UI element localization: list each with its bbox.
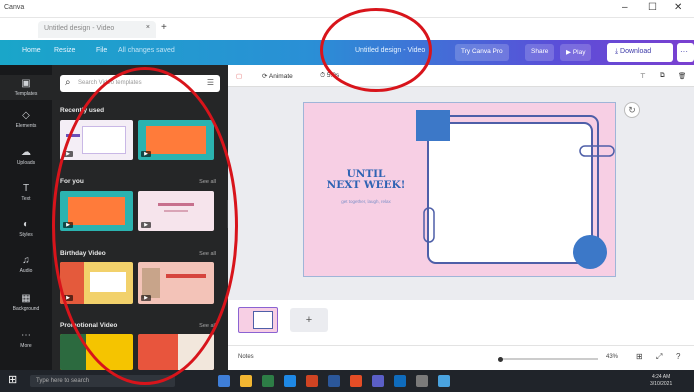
position-icon[interactable]: ⊤	[640, 72, 646, 80]
zoom-slider-knob[interactable]	[498, 357, 503, 362]
editor-footer: Notes 43% ⊞ ⤢ ?	[228, 345, 694, 370]
search-icon: ⌕	[65, 77, 71, 88]
more-options-button[interactable]: ···	[677, 43, 694, 62]
teams-icon[interactable]	[372, 375, 384, 387]
zoom-slider[interactable]	[498, 358, 598, 360]
rail-item-background[interactable]: ▦ Background	[0, 293, 52, 312]
add-page-button[interactable]: +	[290, 308, 328, 332]
grid-view-icon[interactable]: ⊞	[636, 352, 643, 361]
design-page[interactable]: UNTIL NEXT WEEK! get together, laugh, re…	[303, 102, 616, 277]
excel-icon[interactable]	[262, 375, 274, 387]
taskview-icon[interactable]	[218, 375, 230, 387]
context-toolbar: ▢ ⟳ Animate ⏱ 5.0s ⊤ ⧉ 🗑	[228, 65, 694, 87]
front-frame	[427, 122, 593, 264]
rail-label: Elements	[15, 123, 37, 129]
templates-icon: ▣	[21, 78, 31, 89]
audio-icon: ♫	[22, 255, 30, 266]
app-icon[interactable]	[416, 375, 428, 387]
share-button[interactable]: Share	[525, 44, 555, 61]
rail-label: Styles	[19, 232, 33, 238]
color-swatch-icon[interactable]: ▢	[236, 72, 242, 80]
background-icon: ▦	[21, 293, 31, 304]
download-button[interactable]: ⤓ Download	[607, 43, 673, 62]
rail-item-audio[interactable]: ♫ Audio	[0, 255, 52, 274]
animate-button[interactable]: ⟳ Animate	[262, 72, 293, 80]
file-menu[interactable]: File	[96, 47, 107, 54]
close-window-icon[interactable]: ✕	[674, 2, 682, 13]
windows-taskbar: ⊞ Type here to search 4:24 AM 3/10/2021	[0, 370, 694, 392]
browser-tab[interactable]: Untitled design - Video ×	[38, 21, 156, 38]
chrome-icon[interactable]	[350, 375, 362, 387]
side-rail: ▣ Templates ◇ Elements ☁ Uploads T Text ◐ Sty…	[0, 65, 52, 370]
filter-icon[interactable]: ☰	[207, 78, 214, 87]
powerpoint-icon[interactable]	[306, 375, 318, 387]
design-headline[interactable]: UNTIL NEXT WEEK!	[316, 169, 416, 191]
resize-button[interactable]: Resize	[54, 47, 75, 54]
taskbar-clock[interactable]: 4:24 AM 3/10/2021	[650, 374, 672, 388]
trash-icon[interactable]: 🗑	[678, 72, 686, 80]
design-subline[interactable]: get together, laugh, relax	[330, 199, 402, 204]
edge-icon[interactable]	[284, 375, 296, 387]
elements-icon: ◇	[22, 110, 30, 121]
rail-item-elements[interactable]: ◇ Elements	[0, 110, 52, 129]
taskbar-search-placeholder: Type here to search	[36, 378, 90, 384]
save-status: All changes saved	[118, 47, 175, 54]
home-link[interactable]: Home	[22, 47, 41, 54]
fullscreen-icon[interactable]: ⤢	[656, 352, 662, 362]
play-button[interactable]: ▶ Play	[560, 44, 592, 61]
play-label: Play	[572, 49, 586, 56]
windows-start-icon[interactable]: ⊞	[8, 375, 17, 386]
zoom-level[interactable]: 43%	[606, 354, 618, 360]
canva-icon[interactable]	[438, 375, 450, 387]
more-icon: ⋯	[21, 330, 31, 341]
clock-time: 4:24 AM	[651, 374, 671, 380]
tab-title: Untitled design - Video	[44, 25, 115, 32]
animate-label: Animate	[268, 73, 293, 80]
tab-close-icon[interactable]: ×	[146, 24, 150, 31]
minimize-icon[interactable]: –	[622, 2, 628, 13]
help-icon[interactable]: ?	[676, 352, 680, 361]
styles-icon: ◐	[22, 219, 30, 230]
text-icon: T	[22, 183, 30, 194]
page-thumbnail[interactable]	[238, 307, 278, 333]
rail-label: Background	[12, 306, 40, 312]
rail-label: Audio	[19, 268, 33, 274]
rail-label: Templates	[14, 91, 38, 97]
app-label: Canva	[4, 4, 25, 11]
uploads-icon: ☁	[21, 147, 31, 158]
rail-item-text[interactable]: T Text	[0, 183, 52, 202]
annotation-circle-title	[320, 8, 432, 92]
word-icon[interactable]	[328, 375, 340, 387]
file-explorer-icon[interactable]	[240, 375, 252, 387]
notes-button[interactable]: Notes	[238, 354, 254, 360]
rail-item-more[interactable]: ⋯ More	[0, 330, 52, 349]
rail-label: More	[20, 343, 32, 349]
outlook-icon[interactable]	[394, 375, 406, 387]
blue-circle	[573, 235, 607, 269]
blue-square	[416, 110, 450, 141]
rail-item-styles[interactable]: ◐ Styles	[0, 219, 52, 238]
maximize-icon[interactable]: ☐	[648, 2, 657, 13]
new-tab-button[interactable]: +	[161, 22, 167, 33]
rail-item-templates[interactable]: ▣ Templates	[0, 75, 52, 100]
download-label: Download	[620, 48, 652, 55]
annotation-circle-panel	[52, 67, 238, 385]
try-pro-button[interactable]: Try Canva Pro	[455, 44, 509, 61]
copy-icon[interactable]: ⧉	[660, 72, 665, 80]
rail-item-uploads[interactable]: ☁ Uploads	[0, 147, 52, 166]
clock-date: 3/10/2021	[650, 381, 673, 387]
rail-label: Uploads	[16, 160, 36, 166]
page-thumb-frame	[253, 311, 273, 329]
rotate-icon[interactable]: ↻	[624, 102, 640, 118]
rail-label: Text	[21, 196, 31, 202]
